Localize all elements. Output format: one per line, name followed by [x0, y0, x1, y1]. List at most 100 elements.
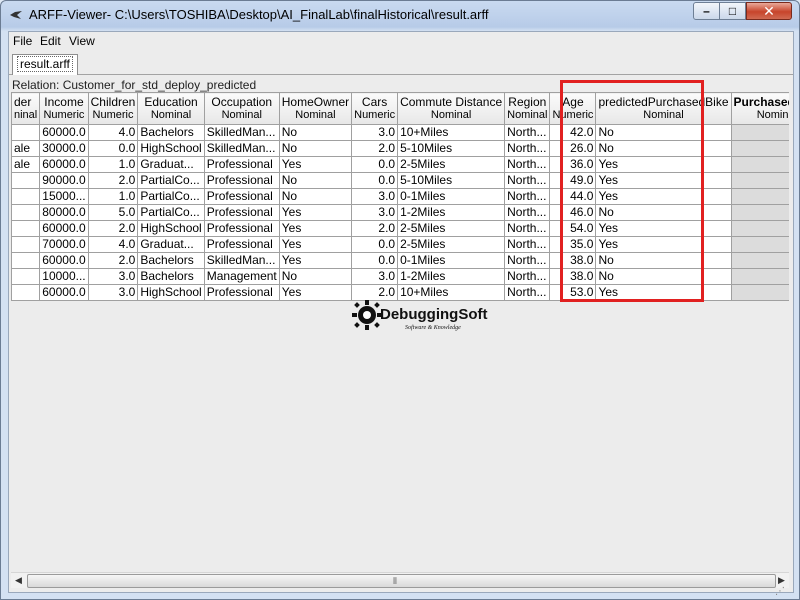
table-cell[interactable]: 2.0	[87, 252, 139, 269]
table-cell[interactable]: North...	[504, 188, 551, 205]
table-cell[interactable]: Bachelors	[137, 268, 205, 285]
table-cell[interactable]: No	[278, 268, 353, 285]
table-cell[interactable]: Yes	[595, 220, 732, 237]
table-cell[interactable]: 44.0	[549, 188, 597, 205]
minimize-button[interactable]: –	[693, 2, 720, 20]
table-cell[interactable]: HighSchool	[137, 220, 205, 237]
table-cell[interactable]	[730, 140, 789, 157]
table-row[interactable]: 15000... 1.0 PartialCo... Professional No 3.0…	[11, 188, 789, 205]
table-cell[interactable]: 60000.0	[39, 156, 89, 173]
column-header[interactable]: predictedPurchasedBike Nominal	[595, 92, 732, 125]
table-cell[interactable]: Bachelors	[137, 252, 205, 269]
table-cell[interactable]: 1.0	[87, 156, 139, 173]
table-cell[interactable]: 3.0	[351, 124, 399, 141]
table-cell[interactable]: No	[595, 124, 732, 141]
table-cell[interactable]: SkilledMan...	[203, 252, 280, 269]
column-header[interactable]: Age Numeric	[549, 92, 597, 125]
table-cell[interactable]: North...	[504, 172, 551, 189]
table-cell[interactable]: 2-5Miles	[397, 220, 506, 237]
table-cell[interactable]: North...	[504, 236, 551, 253]
table-cell[interactable]: 26.0	[549, 140, 597, 157]
table-cell[interactable]: 60000.0	[39, 284, 89, 301]
scrollbar-thumb[interactable]: ⦀	[27, 574, 776, 588]
table-cell[interactable]: 1-2Miles	[397, 204, 506, 221]
table-row[interactable]: 70000.0 4.0 Graduat... Professional Yes 0.0 2-…	[11, 236, 789, 253]
column-header[interactable]: Region Nominal	[504, 92, 551, 125]
close-button[interactable]: ✕	[746, 2, 792, 20]
table-cell[interactable]: 10+Miles	[397, 124, 506, 141]
table-cell[interactable]: 90000.0	[39, 172, 89, 189]
table-cell[interactable]: 3.0	[351, 188, 399, 205]
table-cell[interactable]: 2-5Miles	[397, 156, 506, 173]
menu-view[interactable]: View	[69, 34, 95, 48]
table-cell[interactable]: North...	[504, 140, 551, 157]
table-cell[interactable]	[730, 156, 789, 173]
table-cell[interactable]: ale	[11, 140, 41, 157]
table-cell[interactable]: Yes	[278, 204, 353, 221]
table-cell[interactable]	[730, 220, 789, 237]
table-cell[interactable]	[11, 124, 41, 141]
table-cell[interactable]: No	[278, 124, 353, 141]
table-cell[interactable]: 3.0	[87, 268, 139, 285]
table-cell[interactable]: 54.0	[549, 220, 597, 237]
tab-result-arff[interactable]: result.arff	[12, 54, 78, 75]
column-header[interactable]: PurchasedBikeNominal	[730, 92, 789, 125]
table-cell[interactable]	[11, 268, 41, 285]
table-cell[interactable]: North...	[504, 268, 551, 285]
table-cell[interactable]: Bachelors	[137, 124, 205, 141]
column-header[interactable]: Income Numeric	[39, 92, 89, 125]
table-cell[interactable]: No	[595, 268, 732, 285]
table-cell[interactable]: 5.0	[87, 204, 139, 221]
table-cell[interactable]: North...	[504, 284, 551, 301]
table-cell[interactable]: Yes	[278, 220, 353, 237]
table-cell[interactable]	[11, 252, 41, 269]
table-cell[interactable]: 0-1Miles	[397, 188, 506, 205]
table-cell[interactable]: 80000.0	[39, 204, 89, 221]
table-cell[interactable]: Yes	[595, 172, 732, 189]
table-cell[interactable]: Professional	[203, 188, 280, 205]
table-cell[interactable]: Yes	[595, 156, 732, 173]
table-cell[interactable]: Professional	[203, 172, 280, 189]
table-cell[interactable]: ale	[11, 156, 41, 173]
table-row[interactable]: 60000.0 2.0 HighSchool Professional Yes 2.0 2-…	[11, 220, 789, 237]
scroll-left-icon[interactable]: ◀	[11, 573, 26, 588]
table-cell[interactable]: 2-5Miles	[397, 236, 506, 253]
table-cell[interactable]: Yes	[595, 236, 732, 253]
table-cell[interactable]: 2.0	[87, 172, 139, 189]
table-cell[interactable]: No	[595, 140, 732, 157]
table-cell[interactable]: No	[595, 204, 732, 221]
table-cell[interactable]: Yes	[278, 252, 353, 269]
table-cell[interactable]: 3.0	[351, 204, 399, 221]
table-cell[interactable]: No	[595, 252, 732, 269]
table-cell[interactable]: 49.0	[549, 172, 597, 189]
table-cell[interactable]: Professional	[203, 236, 280, 253]
table-cell[interactable]: North...	[504, 156, 551, 173]
horizontal-scrollbar[interactable]: ◀ ⦀ ▶	[11, 572, 789, 588]
table-cell[interactable]: 10000...	[39, 268, 89, 285]
table-cell[interactable]: 4.0	[87, 236, 139, 253]
table-cell[interactable]: 36.0	[549, 156, 597, 173]
table-cell[interactable]: North...	[504, 204, 551, 221]
table-cell[interactable]: Professional	[203, 220, 280, 237]
table-cell[interactable]: Professional	[203, 156, 280, 173]
table-row[interactable]: 80000.0 5.0 PartialCo... Professional Yes 3.0…	[11, 204, 789, 221]
table-cell[interactable]: 1-2Miles	[397, 268, 506, 285]
table-cell[interactable]: SkilledMan...	[203, 140, 280, 157]
table-cell[interactable]	[730, 268, 789, 285]
table-cell[interactable]: 2.0	[87, 220, 139, 237]
table-cell[interactable]: PartialCo...	[137, 188, 205, 205]
table-cell[interactable]: 60000.0	[39, 252, 89, 269]
title-bar[interactable]: ARFF-Viewer- C:\Users\TOSHIBA\Desktop\AI…	[1, 1, 799, 29]
column-header[interactable]: Children Numeric	[87, 92, 139, 125]
table-cell[interactable]: 3.0	[351, 268, 399, 285]
table-cell[interactable]: 0.0	[351, 252, 399, 269]
table-cell[interactable]: Yes	[278, 156, 353, 173]
table-cell[interactable]: North...	[504, 252, 551, 269]
table-cell[interactable]: Yes	[278, 284, 353, 301]
table-cell[interactable]	[730, 284, 789, 301]
menu-file[interactable]: File	[13, 34, 32, 48]
table-cell[interactable]: 2.0	[351, 140, 399, 157]
table-cell[interactable]: 15000...	[39, 188, 89, 205]
table-cell[interactable]: 0-1Miles	[397, 252, 506, 269]
table-cell[interactable]	[730, 188, 789, 205]
